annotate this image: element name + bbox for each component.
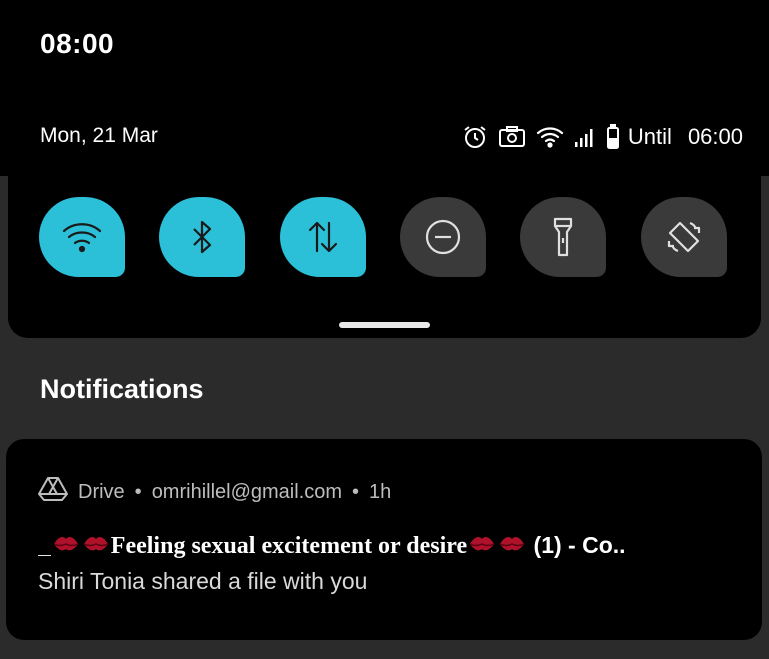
wifi-status-icon: [536, 125, 564, 149]
wifi-icon: [60, 219, 104, 255]
mobile-data-tile[interactable]: [280, 197, 366, 277]
panel-drag-handle[interactable]: [339, 322, 430, 328]
status-clock: 08:00: [40, 28, 115, 59]
notification-title: _ Feeling sexual excitement or desire (1)…: [38, 532, 626, 561]
notification-account: omrihillel@gmail.com: [151, 480, 343, 503]
battery-icon: [606, 124, 620, 150]
drive-icon: [38, 476, 68, 508]
notification-text: Shiri Tonia shared a file with you: [38, 568, 368, 594]
status-date: Mon, 21 Mar: [40, 124, 158, 147]
wifi-tile[interactable]: [39, 197, 125, 277]
kiss-mark-icon: [498, 533, 526, 561]
do-not-disturb-icon: [423, 217, 463, 257]
bluetooth-tile[interactable]: [159, 197, 245, 277]
signal-icon: [574, 126, 596, 148]
notification-time: 1h: [369, 480, 392, 503]
mobile-data-icon: [305, 217, 341, 257]
auto-rotate-tile[interactable]: [641, 197, 727, 277]
alarm-until-time: 06:00: [687, 124, 743, 149]
status-icons: Until 06:00: [462, 120, 743, 154]
notifications-title: Notifications: [40, 374, 204, 404]
auto-rotate-icon: [664, 217, 704, 257]
kiss-mark-icon: [52, 533, 80, 561]
screenshot-icon: [498, 125, 526, 149]
flashlight-icon: [548, 216, 578, 258]
do-not-disturb-tile[interactable]: [400, 197, 486, 277]
flashlight-tile[interactable]: [520, 197, 606, 277]
notification-app-name: Drive: [78, 480, 125, 503]
notification-header: Drive • omrihillel@gmail.com • 1h: [38, 476, 392, 508]
kiss-mark-icon: [82, 533, 110, 561]
alarm-icon: [462, 124, 488, 150]
alarm-until-label: Until: [627, 124, 672, 149]
bluetooth-icon: [187, 217, 217, 257]
kiss-mark-icon: [468, 533, 496, 561]
